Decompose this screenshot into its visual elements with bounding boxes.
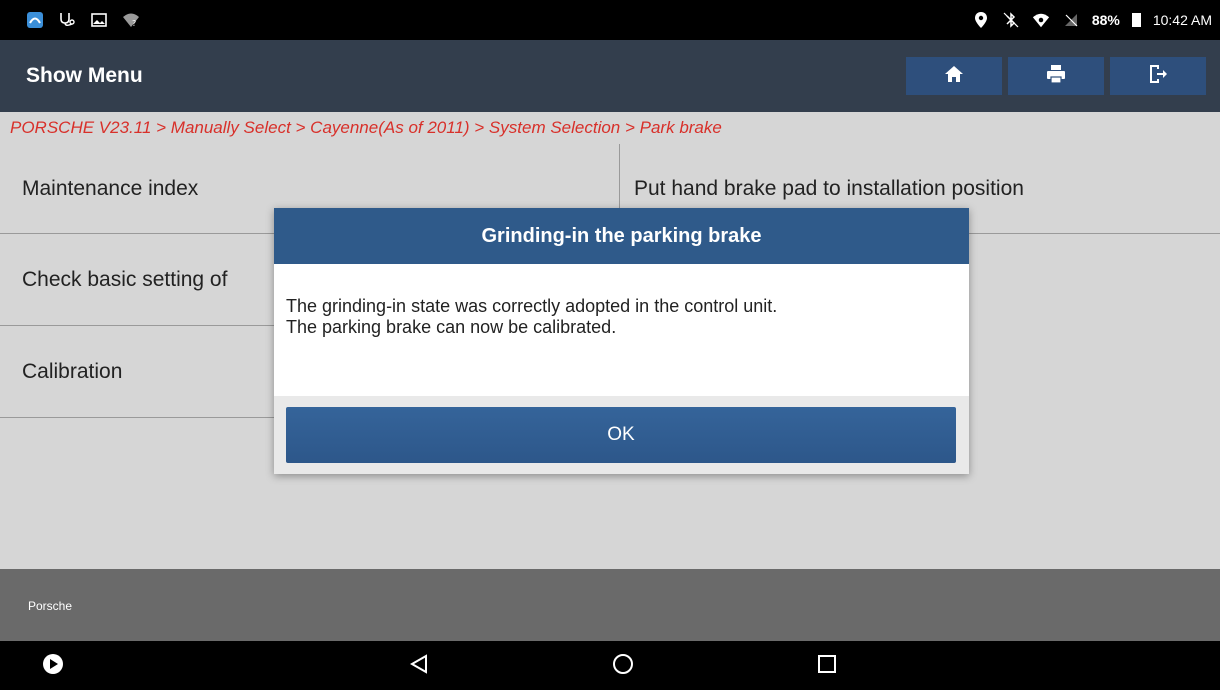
dialog-message-line-1: The grinding-in state was correctly adop…	[286, 296, 778, 316]
dialog-message-line-2: The parking brake can now be calibrated.	[286, 317, 617, 337]
grinding-in-dialog: Grinding-in the parking brake The grindi…	[274, 208, 969, 474]
dialog-title: Grinding-in the parking brake	[274, 208, 969, 264]
dialog-message: The grinding-in state was correctly adop…	[274, 264, 969, 396]
modal-overlay: Grinding-in the parking brake The grindi…	[0, 0, 1220, 690]
ok-button[interactable]: OK	[286, 407, 956, 463]
dialog-footer: OK	[274, 396, 969, 474]
